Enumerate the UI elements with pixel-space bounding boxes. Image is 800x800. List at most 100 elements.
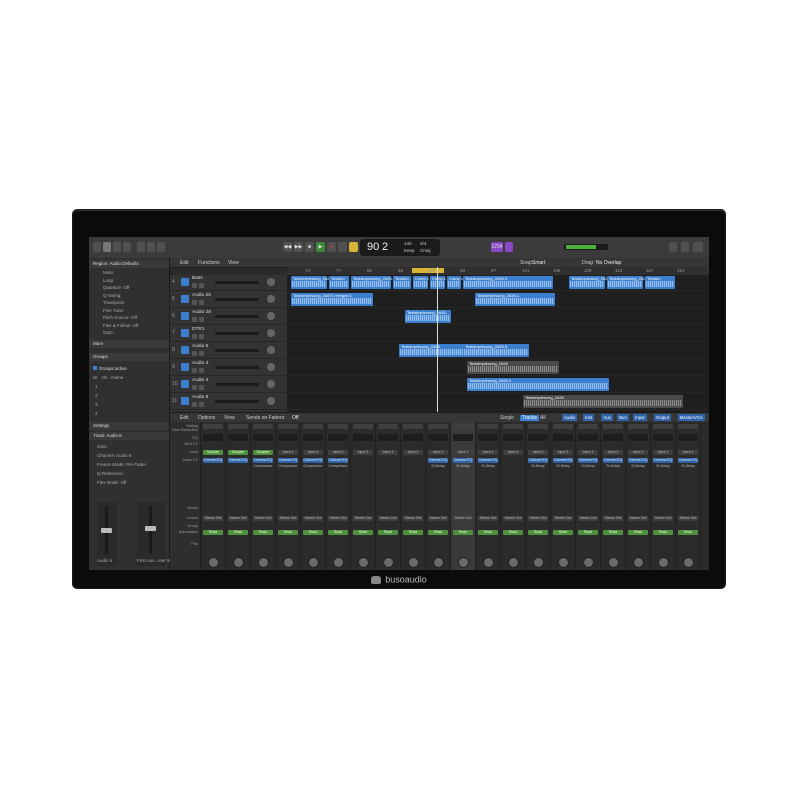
audio-fx-slot-2[interactable]: St-Delay <box>678 464 698 469</box>
setting-slot[interactable] <box>453 424 473 429</box>
rewind-button[interactable]: ◀◀ <box>283 242 292 252</box>
stop-button[interactable]: ■ <box>305 242 314 252</box>
output-slot[interactable]: Stereo Out <box>503 516 523 521</box>
automation-slot[interactable]: Read <box>278 530 298 535</box>
audio-fx-slot[interactable]: Channel EQ <box>578 458 598 463</box>
eq-thumbnail[interactable] <box>503 434 523 441</box>
region-param[interactable]: Quantize: Off <box>103 285 129 290</box>
pan-knob[interactable] <box>608 557 619 568</box>
output-slot[interactable]: Stereo Out <box>228 516 248 521</box>
output-slot[interactable]: Stereo Out <box>253 516 273 521</box>
capture-button[interactable] <box>338 242 347 252</box>
group-row[interactable]: 4 <box>95 411 98 416</box>
input-slot[interactable]: Input 3 <box>303 450 323 455</box>
automation-slot[interactable]: Read <box>228 530 248 535</box>
tracks-button[interactable]: Tracks <box>520 415 539 421</box>
mixer-filter-button[interactable]: Audio <box>562 414 577 421</box>
editors-button[interactable] <box>147 242 155 252</box>
all-button[interactable]: All <box>540 415 546 421</box>
mixer-filter-button[interactable]: Aux <box>601 414 613 421</box>
track-header[interactable]: 5 Audio 25 <box>170 292 287 308</box>
edit-menu[interactable]: Edit <box>180 260 189 266</box>
eq-thumbnail[interactable] <box>378 434 398 441</box>
track-volume-slider[interactable] <box>215 383 259 386</box>
input-slot[interactable]: Input 3 <box>628 450 648 455</box>
track-volume-slider[interactable] <box>215 315 259 318</box>
mixer-edit-menu[interactable]: Edit <box>180 415 189 421</box>
output-slot[interactable]: Stereo Out <box>478 516 498 521</box>
functions-menu[interactable]: Functions <box>198 260 220 266</box>
input-slot[interactable]: Input 3 <box>503 450 523 455</box>
eq-thumbnail[interactable] <box>428 434 448 441</box>
audio-fx-slot[interactable]: Channel EQ <box>253 458 273 463</box>
mixer-filter-button[interactable]: Output <box>654 414 671 421</box>
pan-knob[interactable] <box>267 295 275 303</box>
audio-fx-slot[interactable]: Channel EQ <box>628 458 648 463</box>
audio-region[interactable]: Testsimplesong_2#28.5 <box>463 344 529 357</box>
audio-fx-slot[interactable]: Channel EQ <box>303 458 323 463</box>
eq-thumbnail[interactable] <box>453 434 473 441</box>
audio-fx-slot[interactable]: Channel EQ <box>228 458 248 463</box>
pan-knob[interactable] <box>408 557 419 568</box>
track-param[interactable]: Flex Mode: Off <box>97 480 126 485</box>
input-slot[interactable]: Input 3 <box>428 450 448 455</box>
pan-knob[interactable] <box>267 346 275 354</box>
track-header[interactable]: 7 DTR1 <box>170 326 287 342</box>
mute-button[interactable] <box>192 300 197 305</box>
output-slot[interactable]: Stereo Out <box>428 516 448 521</box>
track-header[interactable]: 10 Audio 4 <box>170 377 287 393</box>
region-param[interactable]: Flex & Follow: Off <box>103 323 138 328</box>
automation-slot[interactable]: Read <box>578 530 598 535</box>
automation-slot[interactable]: Read <box>428 530 448 535</box>
mixer-filter-button[interactable]: Input <box>633 414 647 421</box>
audio-region[interactable]: Testsimplesong_2#28.8 <box>607 276 651 289</box>
track-volume-slider[interactable] <box>215 400 259 403</box>
track-lane[interactable] <box>287 326 709 342</box>
setting-slot[interactable] <box>278 424 298 429</box>
eq-thumbnail[interactable] <box>278 434 298 441</box>
region-param[interactable]: Q-Swing: <box>103 293 122 298</box>
automation-slot[interactable]: Read <box>378 530 398 535</box>
audio-region[interactable]: Comp 1 <box>447 276 463 289</box>
setting-slot[interactable] <box>328 424 348 429</box>
track-param[interactable]: Q-Reference: <box>97 471 124 476</box>
pan-knob[interactable] <box>633 557 644 568</box>
pan-knob[interactable] <box>258 557 269 568</box>
eq-thumbnail[interactable] <box>553 434 573 441</box>
automation-slot[interactable]: Read <box>653 530 673 535</box>
output-slot[interactable]: Stereo Out <box>378 516 398 521</box>
pan-knob[interactable] <box>358 557 369 568</box>
track-header[interactable]: 6 Audio 28 <box>170 309 287 325</box>
eq-thumbnail[interactable] <box>253 434 273 441</box>
automation-slot[interactable]: Read <box>253 530 273 535</box>
region-param[interactable]: Pitch Source: Off <box>103 315 137 320</box>
pan-knob[interactable] <box>267 363 275 371</box>
setting-slot[interactable] <box>528 424 548 429</box>
sends-on-faders-select[interactable]: Off <box>292 415 299 421</box>
automation-slot[interactable]: Read <box>453 530 473 535</box>
region-param[interactable]: Fine Tune: <box>103 308 124 313</box>
help-button[interactable] <box>113 242 121 252</box>
groups-active-toggle[interactable]: Groups active <box>93 366 127 371</box>
mixer-options-menu[interactable]: Options <box>198 415 215 421</box>
volume-fader[interactable] <box>101 528 112 533</box>
audio-region[interactable]: Testsimplesong_2#871 merged 1 <box>291 293 373 306</box>
output-slot[interactable]: Stereo Out <box>453 516 473 521</box>
automation-slot[interactable]: Read <box>603 530 623 535</box>
input-slot[interactable]: Input 3 <box>353 450 373 455</box>
automation-slot[interactable]: Read <box>403 530 423 535</box>
input-slot[interactable]: Input 3 <box>553 450 573 455</box>
pan-knob[interactable] <box>267 380 275 388</box>
audio-fx-slot[interactable]: Channel EQ <box>453 458 473 463</box>
audio-region[interactable]: Testsimplesong_2#28.4 <box>467 378 609 391</box>
output-slot[interactable]: Stereo Out <box>628 516 648 521</box>
drag-select[interactable]: No Overlap <box>596 260 621 266</box>
output-slot[interactable]: Stereo Out <box>303 516 323 521</box>
solo-button[interactable] <box>199 300 204 305</box>
group-row[interactable]: 2 <box>95 393 98 398</box>
track-param[interactable]: Gain: <box>97 444 108 449</box>
input-slot[interactable]: Input 3 <box>278 450 298 455</box>
pan-knob[interactable] <box>583 557 594 568</box>
audio-fx-slot-2[interactable]: St-Delay <box>528 464 548 469</box>
automation-slot[interactable]: Read <box>528 530 548 535</box>
